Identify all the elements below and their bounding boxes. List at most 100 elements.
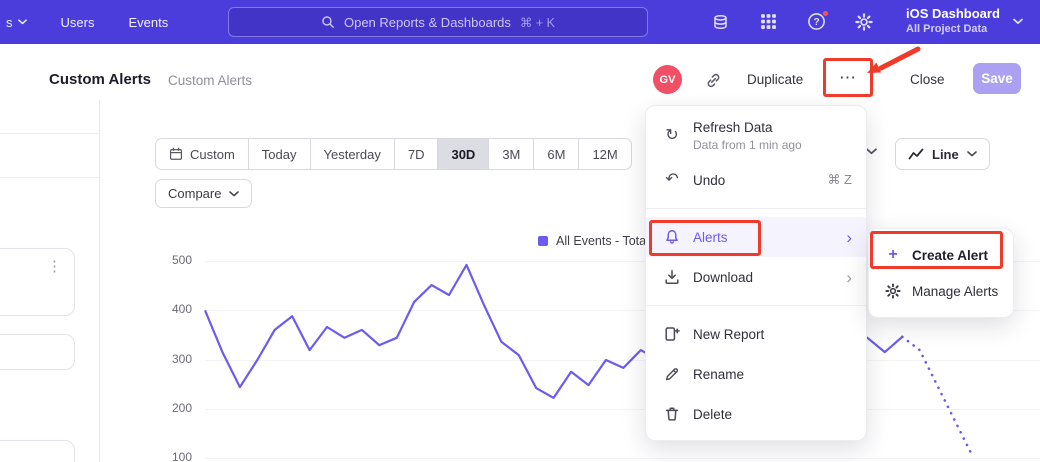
app-root: s Users Events Open Reports & Dashboards… [0, 0, 1040, 462]
menu-item-label: Undo [693, 173, 725, 188]
bell-icon [662, 229, 682, 245]
y-axis-tick: 200 [150, 401, 192, 415]
date-range-custom[interactable]: Custom [156, 139, 248, 169]
menu-item-new-report[interactable]: New Report [646, 314, 866, 354]
project-title: iOS Dashboard [906, 6, 1000, 21]
avatar[interactable]: GV [653, 65, 682, 94]
date-range-30d-selected[interactable]: 30D [437, 139, 488, 169]
gridline [205, 360, 1040, 361]
duplicate-button[interactable]: Duplicate [747, 72, 803, 87]
chevron-down-icon [229, 191, 239, 197]
submenu-item-manage-alerts[interactable]: Manage Alerts [869, 273, 1013, 309]
chart-type-label: Line [932, 147, 959, 162]
date-range-label: Yesterday [324, 147, 381, 162]
nav-item-events[interactable]: Events [128, 15, 168, 30]
menu-item-sublabel: Data from 1 min ago [693, 138, 802, 152]
chevron-down-icon[interactable] [866, 148, 877, 155]
chevron-right-icon: › [846, 269, 852, 286]
global-search[interactable]: Open Reports & Dashboards ⌘ + K [228, 7, 648, 37]
date-range-label: Custom [190, 147, 235, 162]
legend-swatch [538, 236, 548, 246]
menu-divider [646, 305, 866, 306]
search-placeholder: Open Reports & Dashboards [344, 15, 511, 30]
date-range-label: Today [262, 147, 297, 162]
new-report-icon [662, 326, 682, 342]
navbar-left-group: s Users Events [6, 0, 168, 44]
chart-legend: All Events - Total [538, 234, 649, 248]
date-range-today[interactable]: Today [248, 139, 310, 169]
alerts-submenu: + Create Alert Manage Alerts [868, 228, 1014, 318]
date-range-label: 6M [547, 147, 565, 162]
project-subtitle: All Project Data [906, 23, 1000, 35]
menu-item-undo[interactable]: ↶ Undo ⌘ Z [646, 160, 866, 200]
legend-label: All Events - Total [556, 234, 649, 248]
menu-item-alerts[interactable]: Alerts › [646, 217, 866, 257]
sidebar-report-card[interactable]: ⋮ [0, 248, 75, 316]
top-navbar: s Users Events Open Reports & Dashboards… [0, 0, 1040, 44]
menu-item-delete[interactable]: Delete [646, 394, 866, 434]
date-range-label: 3M [502, 147, 520, 162]
nav-users-label: Users [61, 15, 95, 30]
notification-dot [822, 10, 829, 17]
menu-item-label: New Report [693, 327, 764, 342]
search-shortcut: ⌘ + K [520, 15, 555, 30]
download-icon [662, 269, 682, 285]
menu-item-refresh-data[interactable]: ↻ Refresh Data Data from 1 min ago [646, 112, 866, 160]
date-range-label: 7D [408, 147, 425, 162]
search-icon [321, 15, 335, 29]
page-title: Custom Alerts [49, 71, 151, 88]
y-axis-tick: 500 [150, 253, 192, 267]
menu-item-label: Refresh Data [693, 120, 802, 135]
submenu-item-label: Create Alert [912, 248, 988, 263]
submenu-item-create-alert[interactable]: + Create Alert [869, 237, 1013, 273]
sidebar-report-card[interactable] [0, 440, 75, 462]
compare-button[interactable]: Compare [155, 179, 252, 208]
menu-item-label: Download [693, 270, 753, 285]
date-range-3m[interactable]: 3M [488, 139, 533, 169]
menu-item-rename[interactable]: Rename [646, 354, 866, 394]
sidebar-report-card[interactable] [0, 334, 75, 370]
sidebar-divider [0, 177, 99, 178]
submenu-item-label: Manage Alerts [912, 284, 998, 299]
apps-grid-icon[interactable] [760, 13, 780, 31]
nav-partial-label: s [6, 15, 13, 30]
settings-gear-icon[interactable] [855, 13, 875, 31]
date-range-selector: Custom Today Yesterday 7D 30D 3M 6M 12M [155, 138, 632, 170]
compare-label: Compare [168, 186, 221, 201]
y-axis-tick: 300 [150, 352, 192, 366]
refresh-icon: ↻ [662, 128, 682, 144]
chevron-down-icon [1013, 18, 1023, 25]
nav-events-label: Events [128, 15, 168, 30]
help-icon[interactable]: ? [807, 12, 827, 30]
date-range-label: 30D [451, 147, 475, 162]
date-range-6m[interactable]: 6M [533, 139, 578, 169]
more-options-button[interactable]: ⋯ [829, 64, 867, 91]
undo-icon: ↶ [662, 172, 682, 188]
nav-item-partial[interactable]: s [6, 15, 27, 30]
share-link-icon[interactable] [705, 72, 722, 89]
save-button[interactable]: Save [973, 63, 1021, 94]
menu-item-text: Refresh Data Data from 1 min ago [693, 120, 802, 152]
close-button[interactable]: Close [910, 72, 945, 87]
breadcrumb: Custom Alerts [168, 73, 252, 88]
chart-type-button[interactable]: Line [895, 138, 990, 170]
menu-item-download[interactable]: Download › [646, 257, 866, 297]
sidebar-divider [0, 133, 99, 134]
report-options-menu: ↻ Refresh Data Data from 1 min ago ↶ Und… [645, 105, 867, 441]
chevron-down-icon [967, 151, 977, 157]
kebab-menu-icon[interactable]: ⋮ [47, 257, 62, 275]
y-axis-tick: 400 [150, 302, 192, 316]
data-management-icon[interactable] [712, 13, 732, 31]
chevron-right-icon: › [846, 229, 852, 246]
y-axis-tick: 100 [150, 450, 192, 462]
trash-icon [662, 406, 682, 422]
nav-item-users[interactable]: Users [61, 15, 95, 30]
date-range-7d[interactable]: 7D [394, 139, 438, 169]
date-range-12m[interactable]: 12M [578, 139, 630, 169]
menu-item-label: Alerts [693, 230, 728, 245]
chevron-down-icon [18, 19, 27, 25]
date-range-yesterday[interactable]: Yesterday [310, 139, 394, 169]
menu-item-shortcut: ⌘ Z [827, 172, 852, 188]
svg-text:?: ? [813, 17, 819, 28]
project-switcher[interactable]: iOS Dashboard All Project Data [906, 6, 1000, 35]
